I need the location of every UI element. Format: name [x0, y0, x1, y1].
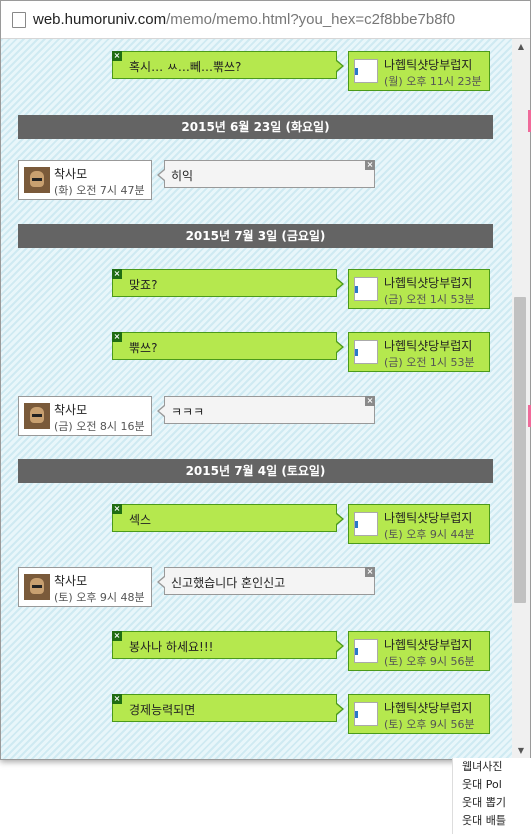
message-time: (화) 오전 7시 47분: [54, 184, 145, 197]
message-time: (토) 오후 9시 48분: [54, 591, 145, 604]
url-host: web.humoruniv.com: [33, 11, 167, 28]
message-text: 섹스: [129, 513, 152, 527]
avatar: [354, 512, 378, 536]
sender-name[interactable]: 나헵틱샷당부럽지: [384, 274, 472, 291]
avatar: [354, 277, 378, 301]
scroll-up-arrow-icon[interactable]: ▲: [512, 39, 530, 55]
sender-info: 나헵틱샷당부럽지 (금) 오전 1시 53분: [348, 269, 490, 309]
message-text: 봉사나 하세요!!!: [129, 640, 214, 654]
date-separator: 2015년 6월 23일 (화요일): [18, 115, 493, 139]
received-message-bubble: 히익 ×: [157, 160, 375, 188]
message-time: (금) 오전 8시 16분: [54, 420, 145, 433]
message-text: ㅋㅋㅋ: [171, 405, 205, 419]
avatar: [24, 167, 50, 193]
sender-name[interactable]: 나헵틱샷당부럽지: [384, 636, 472, 653]
sender-info: 나헵틱샷당부럽지 (월) 오후 11시 23분: [348, 51, 490, 91]
sent-message-bubble: × 섹스: [112, 504, 344, 532]
message-time: (토) 오후 9시 44분: [384, 528, 475, 541]
page-icon: [12, 11, 26, 28]
sender-name[interactable]: 나헵틱샷당부럽지: [384, 509, 472, 526]
url-text[interactable]: web.humoruniv.com/memo/memo.html?you_hex…: [33, 11, 455, 28]
sender-info: 나헵틱샷당부럽지 (금) 오전 1시 53분: [348, 332, 490, 372]
scroll-down-arrow-icon[interactable]: ▼: [512, 743, 530, 759]
message-text: 뿎쓰?: [129, 341, 158, 355]
message-text: 신고했습니다 혼인신고: [171, 576, 286, 590]
delete-icon[interactable]: ×: [112, 332, 122, 342]
background-page-links: 웹녀사진 웃대 Pol 웃대 뽑기 웃대 배틀: [452, 758, 531, 834]
sender-name[interactable]: 나헵틱샷당부럽지: [384, 337, 472, 354]
sent-message-bubble: × 경제능력되면: [112, 694, 344, 722]
sent-message-bubble: × 혹시… ㅆ…뻬…뿎쓰?: [112, 51, 344, 79]
receiver-info: 착사모 (토) 오후 9시 48분: [18, 567, 152, 607]
sent-message-bubble: × 봉사나 하세요!!!: [112, 631, 344, 659]
delete-icon[interactable]: ×: [112, 631, 122, 641]
scrollbar-thumb[interactable]: [514, 297, 526, 603]
vertical-scrollbar[interactable]: ▲ ▼: [512, 39, 530, 759]
avatar: [354, 59, 378, 83]
message-time: (월) 오후 11시 23분: [384, 75, 482, 88]
avatar: [24, 403, 50, 429]
sent-message-bubble: × 맞죠?: [112, 269, 344, 297]
sender-name[interactable]: 착사모: [54, 401, 87, 418]
received-message-bubble: ㅋㅋㅋ ×: [157, 396, 375, 424]
sender-info: 나헵틱샷당부럽지 (토) 오후 9시 56분: [348, 694, 490, 734]
date-separator: 2015년 7월 4일 (토요일): [18, 459, 493, 483]
sender-name[interactable]: 나헵틱샷당부럽지: [384, 699, 472, 716]
background-link[interactable]: 웃대 배틀: [462, 812, 506, 828]
address-bar[interactable]: web.humoruniv.com/memo/memo.html?you_hex…: [1, 1, 530, 39]
message-time: (토) 오후 9시 56분: [384, 655, 475, 668]
sender-name[interactable]: 나헵틱샷당부럽지: [384, 56, 472, 73]
message-time: (토) 오후 9시 56분: [384, 718, 475, 731]
delete-icon[interactable]: ×: [112, 51, 122, 61]
memo-popup-window: web.humoruniv.com/memo/memo.html?you_hex…: [0, 0, 531, 760]
delete-icon[interactable]: ×: [112, 694, 122, 704]
background-link[interactable]: 웃대 Pol: [462, 776, 502, 792]
sender-info: 나헵틱샷당부럽지 (토) 오후 9시 44분: [348, 504, 490, 544]
delete-icon[interactable]: ×: [112, 504, 122, 514]
receiver-info: 착사모 (화) 오전 7시 47분: [18, 160, 152, 200]
background-link[interactable]: 웃대 뽑기: [462, 794, 506, 810]
delete-icon[interactable]: ×: [365, 160, 375, 170]
message-time: (금) 오전 1시 53분: [384, 356, 475, 369]
background-link[interactable]: 웹녀사진: [462, 758, 502, 774]
message-text: 맞죠?: [129, 278, 158, 292]
receiver-info: 착사모 (금) 오전 8시 16분: [18, 396, 152, 436]
avatar: [24, 574, 50, 600]
avatar: [354, 639, 378, 663]
sent-message-bubble: × 뿎쓰?: [112, 332, 344, 360]
received-message-bubble: 신고했습니다 혼인신고 ×: [157, 567, 375, 595]
url-path: /memo/memo.html?you_hex=c2f8bbe7b8f0: [166, 11, 456, 28]
sender-info: 나헵틱샷당부럽지 (토) 오후 9시 56분: [348, 631, 490, 671]
date-separator: 2015년 7월 3일 (금요일): [18, 224, 493, 248]
delete-icon[interactable]: ×: [365, 396, 375, 406]
delete-icon[interactable]: ×: [365, 567, 375, 577]
avatar: [354, 340, 378, 364]
message-text: 혹시… ㅆ…뻬…뿎쓰?: [129, 60, 242, 74]
message-text: 경제능력되면: [129, 703, 196, 717]
sender-name[interactable]: 착사모: [54, 165, 87, 182]
delete-icon[interactable]: ×: [112, 269, 122, 279]
message-time: (금) 오전 1시 53분: [384, 293, 475, 306]
sender-name[interactable]: 착사모: [54, 572, 87, 589]
avatar: [354, 702, 378, 726]
message-text: 히익: [171, 169, 194, 183]
memo-conversation: × 혹시… ㅆ…뻬…뿎쓰? 나헵틱샷당부럽지 (월) 오후 11시 23분 20…: [1, 39, 512, 759]
